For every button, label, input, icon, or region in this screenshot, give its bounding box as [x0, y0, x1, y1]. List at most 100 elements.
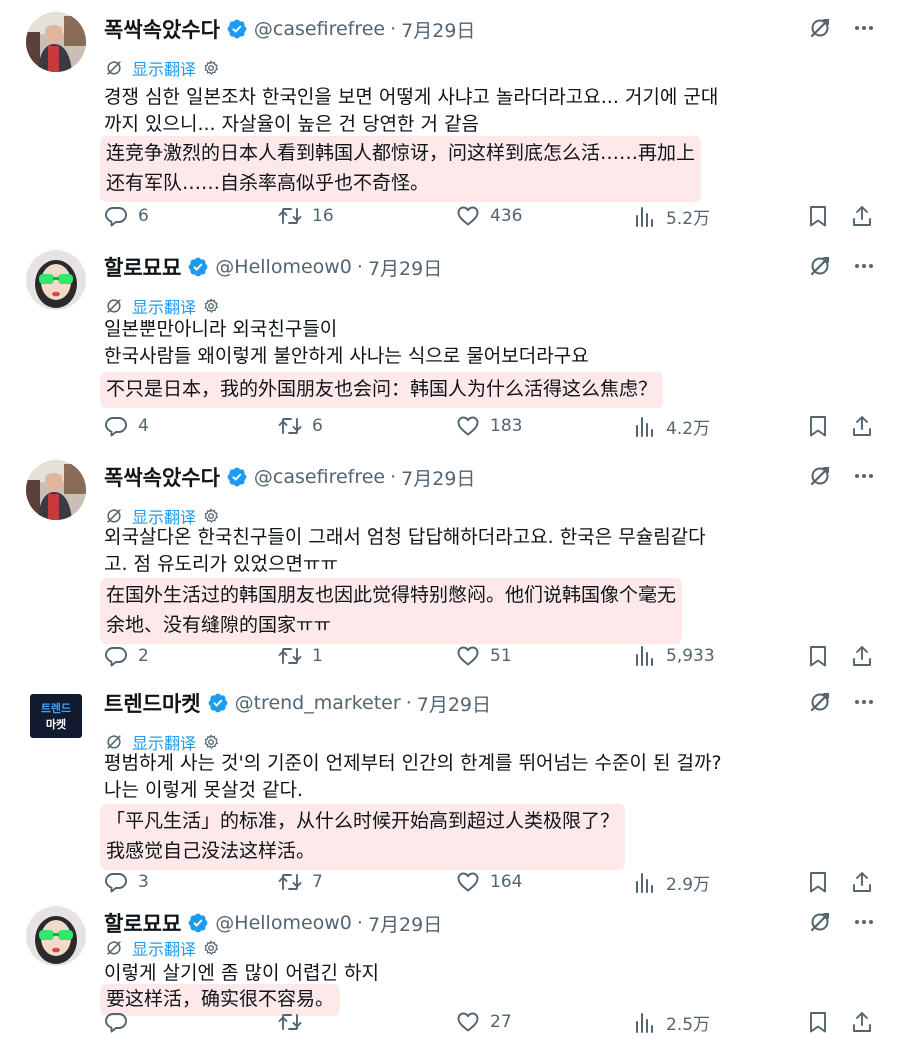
- gear-icon[interactable]: [202, 59, 220, 77]
- retweet-button[interactable]: 16: [278, 204, 334, 228]
- post-date[interactable]: 7月29日: [368, 254, 442, 281]
- display-name[interactable]: 할로묘묘: [104, 908, 181, 938]
- post-text: 이렇게 살기엔 좀 많이 어렵긴 하지: [104, 962, 379, 984]
- tweet-1[interactable]: 폭싹속았수다 @casefirefree · 7月29日 显示翻译 경쟁 심한 …: [0, 12, 900, 237]
- translate-icon: [104, 506, 124, 526]
- bookmark-button[interactable]: [806, 1010, 830, 1034]
- action-bar: 2 1 51 5,933: [104, 644, 876, 672]
- display-name[interactable]: 트렌드마켓: [104, 688, 201, 718]
- more-options-icon[interactable]: [852, 16, 876, 40]
- views-icon: [632, 644, 656, 668]
- grok-icon[interactable]: [808, 464, 832, 488]
- grok-icon[interactable]: [808, 16, 832, 40]
- show-translation-label: 显示翻译: [132, 298, 197, 317]
- like-button[interactable]: 164: [456, 870, 522, 894]
- share-icon: [850, 870, 874, 894]
- tweet-2[interactable]: 할로묘묘 @Hellomeow0 · 7月29日 显示翻译 일본뿐만아니라 외국…: [0, 250, 900, 440]
- gear-icon[interactable]: [202, 939, 220, 957]
- user-handle[interactable]: @trend_marketer: [235, 692, 401, 714]
- share-button[interactable]: [850, 204, 874, 228]
- retweet-button[interactable]: [278, 1010, 312, 1034]
- grok-icon[interactable]: [808, 690, 832, 714]
- share-button[interactable]: [850, 1010, 874, 1034]
- reply-icon: [104, 1010, 128, 1034]
- translate-icon: [104, 732, 124, 752]
- show-translation-button[interactable]: 显示翻译: [104, 56, 220, 80]
- avatar[interactable]: [26, 12, 86, 72]
- reply-button[interactable]: 4: [104, 414, 149, 438]
- translation-text: 「平凡生活」的标准，从什么时候开始高到超过人类极限了？ 我感觉自己没法这样活。: [100, 804, 626, 870]
- bookmark-button[interactable]: [806, 414, 830, 438]
- action-bar: 6 16 436 5.2万: [104, 204, 876, 232]
- views-button[interactable]: 2.9万: [632, 870, 710, 895]
- grok-icon[interactable]: [808, 254, 832, 278]
- separator-dot: ·: [390, 466, 397, 488]
- user-handle[interactable]: @casefirefree: [254, 18, 385, 40]
- tweet-3[interactable]: 폭싹속았수다 @casefirefree · 7月29日 显示翻译 외국살다온 …: [0, 460, 900, 670]
- views-button[interactable]: 5.2万: [632, 204, 710, 229]
- gear-icon[interactable]: [202, 297, 220, 315]
- share-icon: [850, 414, 874, 438]
- retweet-button[interactable]: 1: [278, 644, 323, 668]
- like-button[interactable]: 27: [456, 1010, 512, 1034]
- more-options-icon[interactable]: [852, 464, 876, 488]
- like-button[interactable]: 183: [456, 414, 522, 438]
- verified-badge-icon: [187, 912, 209, 934]
- bookmark-button[interactable]: [806, 644, 830, 668]
- reply-icon: [104, 204, 128, 228]
- reply-button[interactable]: 2: [104, 644, 149, 668]
- retweet-button[interactable]: 7: [278, 870, 323, 894]
- grok-icon[interactable]: [808, 910, 832, 934]
- user-handle[interactable]: @Hellomeow0: [215, 256, 352, 278]
- more-options-icon[interactable]: [852, 690, 876, 714]
- post-date[interactable]: 7月29日: [401, 464, 475, 491]
- like-button[interactable]: 51: [456, 644, 512, 668]
- like-count: 164: [490, 872, 523, 892]
- views-button[interactable]: 4.2万: [632, 414, 710, 439]
- more-options-icon[interactable]: [852, 910, 876, 934]
- user-handle[interactable]: @Hellomeow0: [215, 912, 352, 934]
- gear-icon[interactable]: [202, 733, 220, 751]
- post-date[interactable]: 7月29日: [368, 910, 442, 937]
- reply-button[interactable]: [104, 1010, 138, 1034]
- bookmark-button[interactable]: [806, 204, 830, 228]
- retweet-icon: [278, 1010, 302, 1034]
- like-count: 51: [490, 646, 512, 666]
- translate-icon: [104, 58, 124, 78]
- verified-badge-icon: [226, 466, 248, 488]
- tweet-4[interactable]: 트렌드 마켓 트렌드마켓 @trend_marketer · 7月29日 显示翻…: [0, 686, 900, 896]
- display-name[interactable]: 폭싹속았수다: [104, 14, 220, 44]
- show-translation-button[interactable]: 显示翻译: [104, 294, 220, 318]
- retweet-button[interactable]: 6: [278, 414, 323, 438]
- more-options-icon[interactable]: [852, 254, 876, 278]
- tweet-5[interactable]: 할로묘묘 @Hellomeow0 · 7月29日 显示翻译 이렇게 살기엔 좀 …: [0, 906, 900, 1038]
- share-icon: [850, 204, 874, 228]
- view-count: 2.5万: [666, 1015, 711, 1035]
- bookmark-button[interactable]: [806, 870, 830, 894]
- post-date[interactable]: 7月29日: [417, 690, 491, 717]
- share-button[interactable]: [850, 414, 874, 438]
- retweet-count: 7: [312, 872, 323, 892]
- avatar[interactable]: [26, 906, 86, 966]
- retweet-icon: [278, 204, 302, 228]
- display-name[interactable]: 할로묘묘: [104, 252, 181, 282]
- views-button[interactable]: 2.5万: [632, 1010, 710, 1035]
- views-button[interactable]: 5,933: [632, 644, 715, 668]
- share-button[interactable]: [850, 870, 874, 894]
- reply-button[interactable]: 6: [104, 204, 149, 228]
- avatar[interactable]: 트렌드 마켓: [26, 686, 86, 746]
- avatar[interactable]: [26, 460, 86, 520]
- reply-button[interactable]: 3: [104, 870, 149, 894]
- gear-icon[interactable]: [202, 507, 220, 525]
- separator-dot: ·: [405, 692, 412, 714]
- action-bar: 3 7 164 2.9万: [104, 870, 876, 898]
- verified-badge-icon: [207, 692, 229, 714]
- avatar[interactable]: [26, 250, 86, 310]
- user-handle[interactable]: @casefirefree: [254, 466, 385, 488]
- post-date[interactable]: 7月29日: [401, 16, 475, 43]
- like-button[interactable]: 436: [456, 204, 522, 228]
- show-translation-button[interactable]: 显示翻译: [104, 936, 220, 960]
- share-button[interactable]: [850, 644, 874, 668]
- display-name[interactable]: 폭싹속았수다: [104, 462, 220, 492]
- post-text: 경쟁 심한 일본조차 한국인을 보면 어떻게 사냐고 놀라더라고요... 거기에…: [104, 86, 719, 135]
